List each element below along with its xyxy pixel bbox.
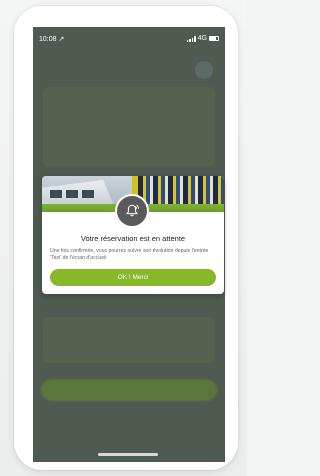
profile-icon[interactable] (195, 61, 213, 79)
dialog-message: Une fois confirmée, vous pourrez suivre … (50, 248, 209, 261)
status-time: 10:08 ↗ (39, 36, 65, 43)
status-icons: 4G (186, 35, 219, 42)
dialog-title: Votre réservation est en attente (80, 234, 186, 243)
ok-button[interactable]: OK ! Merci (50, 269, 216, 286)
network-label: 4G (197, 35, 207, 42)
building-illustration (138, 176, 224, 206)
home-indicator[interactable] (98, 453, 158, 456)
background-card (43, 87, 215, 167)
page-background: 10:08 ↗ 4G Votre réservation est en atte… (0, 0, 247, 476)
battery-icon (209, 36, 219, 41)
reservation-pending-dialog: Votre réservation est en attente Une foi… (42, 176, 224, 294)
signal-icon (186, 35, 196, 42)
background-green-button (41, 379, 217, 401)
background-card (43, 317, 215, 363)
status-bar: 10:08 ↗ 4G (33, 27, 225, 51)
bell-ring-icon (115, 194, 149, 228)
